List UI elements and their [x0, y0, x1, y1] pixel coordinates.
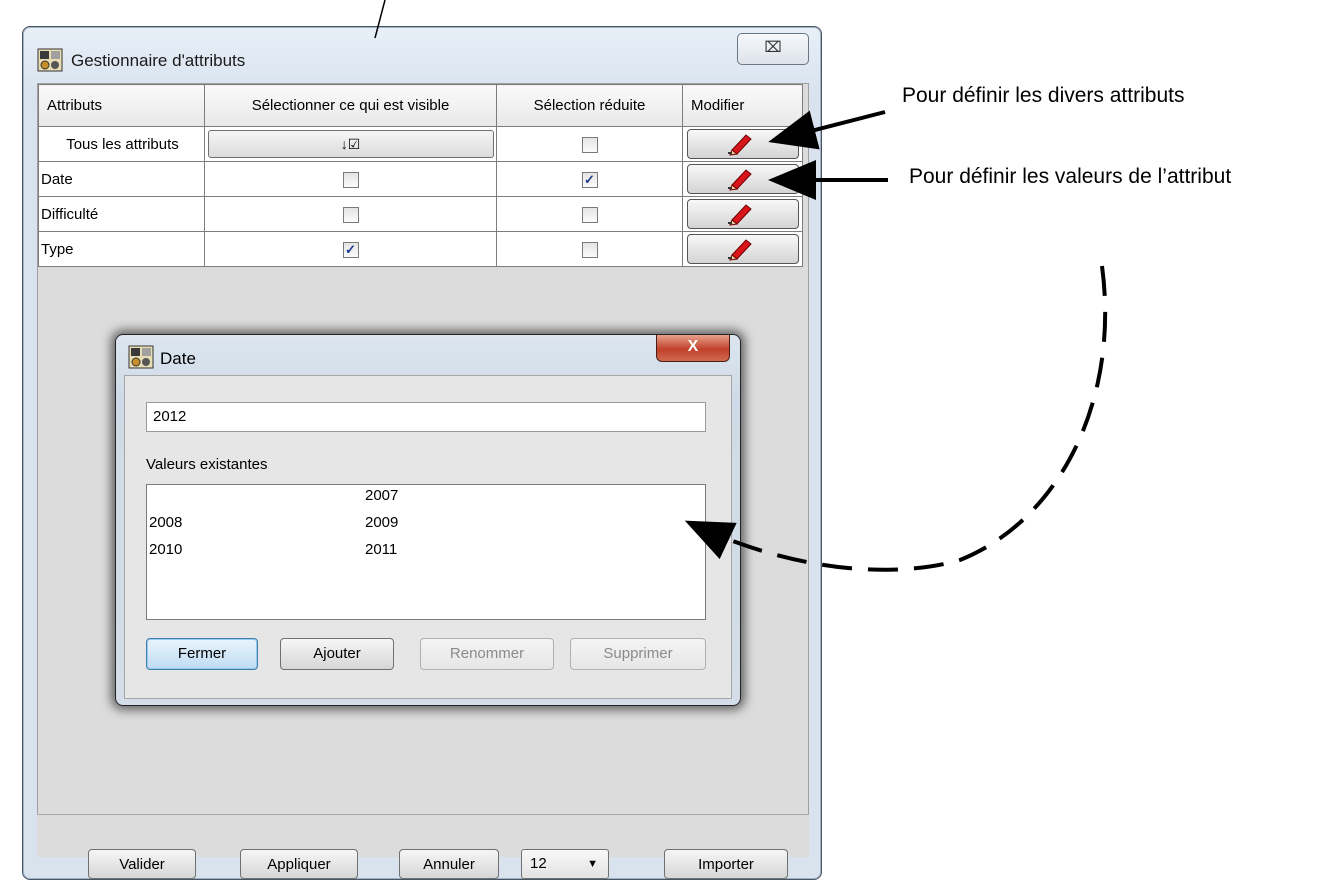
annotation-overlay: [374, 0, 1108, 572]
pointer-line: [374, 0, 386, 39]
annotation-values: Pour définir les valeurs de l’attribut: [909, 165, 1232, 188]
arrow-attributes: [768, 110, 886, 150]
annotation-attributes: Pour définir les divers attributs: [902, 84, 1185, 107]
dashed-arrow-dialog: [684, 265, 1108, 572]
